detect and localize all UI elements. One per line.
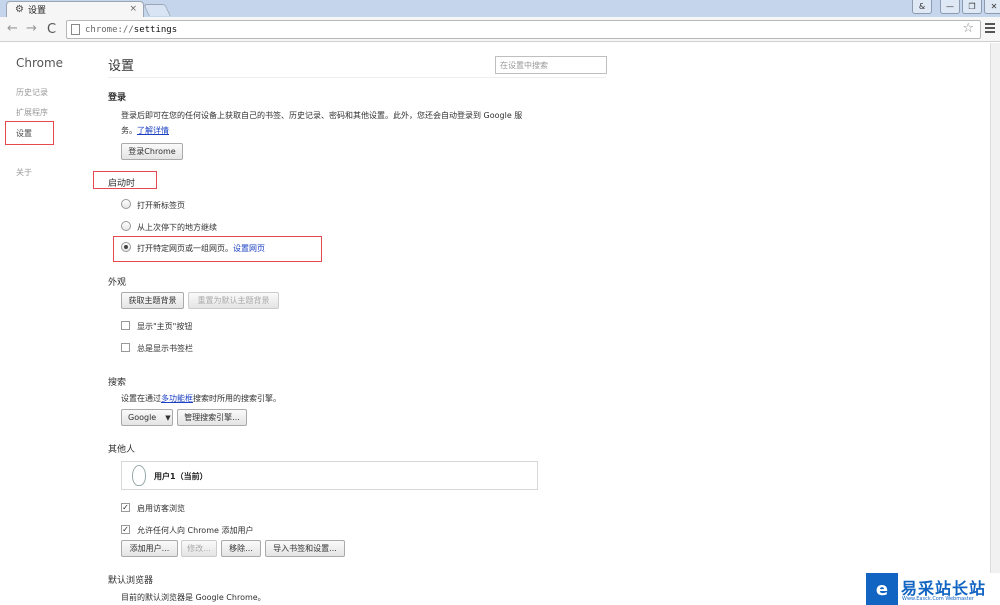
- search-title: 搜索: [108, 378, 127, 388]
- add-user-button[interactable]: 添加用户...: [121, 540, 178, 557]
- highlight-box: [5, 121, 54, 145]
- back-icon[interactable]: ←: [7, 21, 18, 36]
- user-list[interactable]: 用户1（当前）: [121, 461, 538, 490]
- anyone-add-checkbox[interactable]: ✓: [121, 525, 130, 534]
- reload-icon[interactable]: C: [47, 22, 56, 37]
- highlight-box: [93, 171, 157, 189]
- reset-theme-button[interactable]: 重置为默认主题背景: [188, 292, 279, 309]
- toolbar: ← → C chrome://settings ☆: [0, 17, 1000, 42]
- appearance-title: 外观: [108, 278, 127, 288]
- page-title: 设置: [108, 59, 135, 74]
- sidebar-item-extensions[interactable]: 扩展程序: [16, 107, 48, 118]
- signin-title: 登录: [108, 93, 127, 103]
- anyone-add-label: 允许任何人向 Chrome 添加用户: [137, 526, 254, 535]
- scrollbar[interactable]: [990, 43, 1000, 605]
- user-icon[interactable]: &: [912, 0, 932, 14]
- show-bookmarks-checkbox[interactable]: [121, 343, 130, 352]
- get-themes-button[interactable]: 获取主题背景: [121, 292, 184, 309]
- default-browser-description: 目前的默认浏览器是 Google Chrome。: [121, 593, 266, 602]
- url-text: chrome://settings: [85, 24, 178, 35]
- guest-label: 启用访客浏览: [137, 504, 185, 513]
- remove-user-button[interactable]: 移除...: [221, 540, 261, 557]
- highlight-box: [113, 236, 322, 262]
- show-home-label: 显示"主页"按钮: [137, 322, 193, 331]
- tab-settings[interactable]: ⚙ 设置 ×: [6, 1, 144, 17]
- window-controls: & — ❐ ✕: [912, 0, 1000, 14]
- startup-option-label: 打开新标签页: [137, 201, 185, 210]
- avatar: [132, 465, 146, 486]
- header-divider: [108, 77, 606, 78]
- manage-search-engines-button[interactable]: 管理搜索引擎...: [177, 409, 247, 426]
- signin-description: 登录后即可在您的任何设备上获取自己的书签、历史记录、密码和其他设置。此外，您还会…: [121, 111, 523, 135]
- startup-option-label: 从上次停下的地方继续: [137, 223, 217, 232]
- show-bookmarks-label: 总是显示书签栏: [137, 344, 193, 353]
- search-description: 设置在通过多功能框搜索时所用的搜索引擎。: [121, 394, 281, 403]
- people-title: 其他人: [108, 445, 136, 455]
- watermark: e 易采站长站 Www.Easck.Com Webmaster: [866, 573, 1000, 605]
- startup-radio-newtab[interactable]: [121, 199, 131, 209]
- tab-title: 设置: [27, 6, 46, 16]
- search-engine-select[interactable]: Google ▼: [121, 409, 173, 426]
- default-browser-title: 默认浏览器: [108, 576, 154, 586]
- sidebar-item-about[interactable]: 关于: [16, 167, 32, 178]
- sidebar-item-history[interactable]: 历史记录: [16, 87, 48, 98]
- minimize-icon[interactable]: —: [940, 0, 960, 14]
- signin-button[interactable]: 登录Chrome: [121, 143, 183, 160]
- user-name: 用户1（当前）: [154, 472, 208, 481]
- import-bookmarks-button[interactable]: 导入书签和设置...: [265, 540, 345, 557]
- restore-icon[interactable]: ❐: [962, 0, 982, 14]
- new-tab-button[interactable]: [143, 4, 171, 16]
- page-icon: [71, 24, 80, 35]
- title-bar: ⚙ 设置 × & — ❐ ✕: [0, 0, 1000, 17]
- tab-close-icon[interactable]: ×: [129, 4, 137, 14]
- learn-more-link[interactable]: 了解详情: [137, 126, 169, 135]
- close-window-icon[interactable]: ✕: [984, 0, 1000, 14]
- dropdown-arrow-icon: ▼: [165, 413, 171, 422]
- settings-page: Chrome 历史记录 扩展程序 设置 关于 设置 在设置中搜索 登录 登录后即…: [0, 43, 990, 605]
- watermark-logo: e: [866, 573, 898, 605]
- edit-user-button[interactable]: 修改...: [181, 540, 217, 557]
- watermark-subtext: Www.Easck.Com Webmaster: [902, 596, 974, 602]
- gear-icon: ⚙: [15, 4, 24, 15]
- menu-icon[interactable]: [985, 23, 995, 35]
- forward-icon[interactable]: →: [26, 21, 37, 36]
- search-input[interactable]: 在设置中搜索: [495, 56, 607, 74]
- guest-checkbox[interactable]: ✓: [121, 503, 130, 512]
- bookmark-star-icon[interactable]: ☆: [962, 21, 974, 36]
- sidebar-brand: Chrome: [16, 56, 64, 70]
- omnibox-link[interactable]: 多功能框: [161, 394, 193, 403]
- show-home-checkbox[interactable]: [121, 321, 130, 330]
- address-bar[interactable]: chrome://settings ☆: [66, 20, 981, 39]
- startup-radio-continue[interactable]: [121, 221, 131, 231]
